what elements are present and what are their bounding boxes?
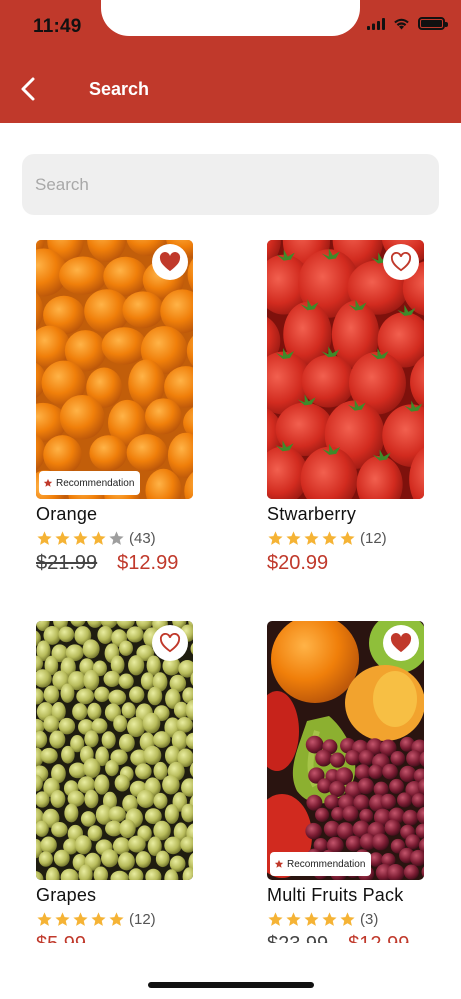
battery-icon <box>418 17 448 30</box>
product-card-orange[interactable]: Recommendation Orange (43) $21.99 $12.99 <box>36 240 196 575</box>
chevron-left-icon <box>21 77 35 101</box>
product-image-grapes[interactable] <box>36 621 193 880</box>
heart-outline-icon <box>159 633 181 653</box>
badge-label: Recommendation <box>56 477 135 489</box>
product-prices: $20.99 <box>267 552 427 575</box>
star-icon <box>91 911 106 926</box>
star-icon <box>55 530 70 545</box>
star-icon <box>109 530 124 545</box>
review-count: (43) <box>129 529 156 547</box>
product-card-strawberry[interactable]: Stwarberry (12) $20.99 <box>267 240 427 575</box>
badge-label: Recommendation <box>287 858 366 870</box>
star-icon <box>268 530 283 545</box>
star-icon <box>286 530 301 545</box>
product-image-multi-fruits[interactable]: Recommendation <box>267 621 424 880</box>
product-rating: (43) <box>36 528 196 548</box>
star-icon <box>109 911 124 926</box>
product-card-grapes[interactable]: Grapes (12) $5.99 <box>36 621 196 956</box>
original-price: $21.99 <box>36 552 98 574</box>
star-rating <box>267 911 356 928</box>
recommendation-badge: Recommendation <box>270 852 372 876</box>
star-rating <box>36 530 125 547</box>
star-icon <box>340 911 355 926</box>
star-icon <box>322 911 337 926</box>
device-notch <box>101 0 360 36</box>
recommendation-badge: Recommendation <box>39 471 141 495</box>
star-icon <box>286 911 301 926</box>
star-icon <box>73 530 88 545</box>
star-icon <box>322 530 337 545</box>
favorite-button[interactable] <box>152 625 188 661</box>
star-icon <box>37 530 52 545</box>
star-icon <box>304 911 319 926</box>
home-indicator[interactable] <box>148 982 314 988</box>
favorite-button[interactable] <box>152 244 188 280</box>
star-rating <box>267 530 356 547</box>
star-rating <box>36 911 125 928</box>
product-name: Stwarberry <box>267 504 357 524</box>
product-rating: (3) <box>267 909 427 929</box>
heart-filled-icon <box>159 252 181 272</box>
product-rating: (12) <box>267 528 427 548</box>
back-button[interactable] <box>14 74 44 104</box>
product-name: Multi Fruits Pack <box>267 885 404 905</box>
star-icon <box>268 911 283 926</box>
sale-price: $12.99 <box>117 552 179 574</box>
star-icon <box>340 530 355 545</box>
wifi-icon <box>394 18 409 30</box>
search-input[interactable] <box>22 154 439 215</box>
status-icons <box>367 17 448 30</box>
review-count: (3) <box>360 910 379 928</box>
product-card-multi-fruits[interactable]: Recommendation Multi Fruits Pack (3) $23… <box>267 621 427 956</box>
star-icon <box>73 911 88 926</box>
product-image-strawberry[interactable] <box>267 240 424 499</box>
star-icon <box>43 478 53 487</box>
favorite-button[interactable] <box>383 244 419 280</box>
heart-filled-icon <box>390 633 412 653</box>
scroll-fade <box>0 943 461 999</box>
product-name: Grapes <box>36 885 97 905</box>
signal-icon <box>367 17 385 30</box>
review-count: (12) <box>360 529 387 547</box>
star-icon <box>55 911 70 926</box>
star-icon <box>37 911 52 926</box>
product-name: Orange <box>36 504 98 524</box>
app-header: 11:49 Search <box>0 0 461 123</box>
favorite-button[interactable] <box>383 625 419 661</box>
star-icon <box>91 530 106 545</box>
sale-price: $20.99 <box>267 552 329 574</box>
review-count: (12) <box>129 910 156 928</box>
star-icon <box>274 859 284 868</box>
product-rating: (12) <box>36 909 196 929</box>
star-icon <box>304 530 319 545</box>
heart-outline-icon <box>390 252 412 272</box>
product-image-orange[interactable]: Recommendation <box>36 240 193 499</box>
status-time: 11:49 <box>33 16 82 37</box>
product-prices: $21.99 $12.99 <box>36 552 196 575</box>
page-title: Search <box>89 79 150 99</box>
